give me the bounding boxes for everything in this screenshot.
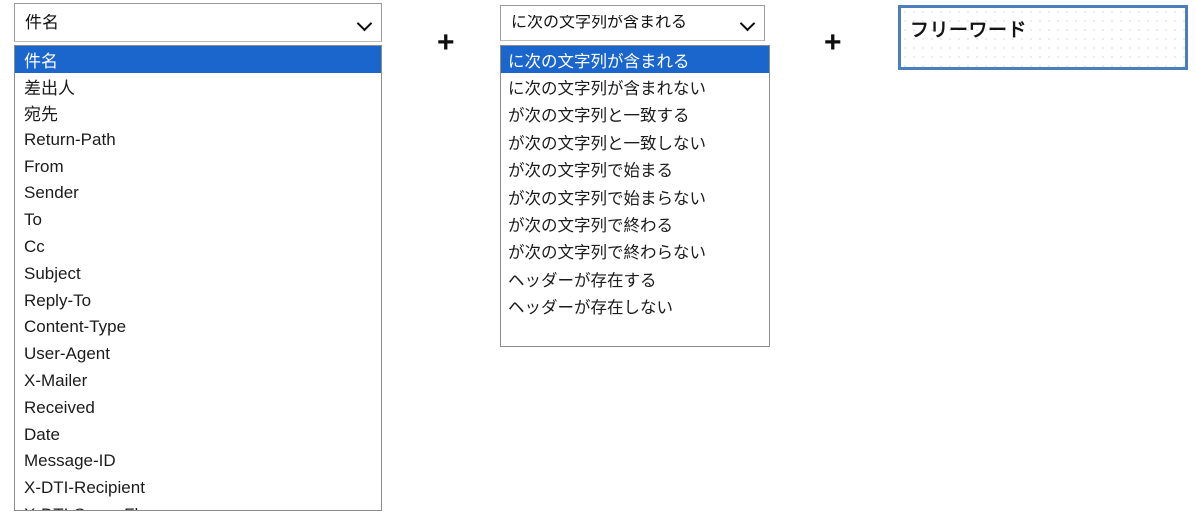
header-field-option[interactable]: 件名 [15, 46, 381, 73]
match-operator-option[interactable]: ヘッダーが存在しない [501, 293, 769, 320]
header-field-option[interactable]: Received [15, 394, 381, 421]
header-field-selected-value: 件名 [25, 14, 59, 31]
chevron-down-icon[interactable] [357, 15, 373, 31]
match-operator-option[interactable]: ヘッダーが存在する [501, 265, 769, 292]
header-field-option[interactable]: X-DTI-Recipient [15, 475, 381, 502]
header-field-option[interactable]: 差出人 [15, 73, 381, 100]
header-field-option[interactable]: Reply-To [15, 287, 381, 314]
header-field-option[interactable]: Return-Path [15, 126, 381, 153]
freeword-input[interactable]: フリーワード [898, 5, 1188, 70]
header-field-option[interactable]: Message-ID [15, 448, 381, 475]
plus-separator-1: + [437, 26, 455, 59]
match-operator-option[interactable]: が次の文字列で終わらない [501, 238, 769, 265]
header-field-option[interactable]: X-Mailer [15, 368, 381, 395]
match-operator-select[interactable]: に次の文字列が含まれる [500, 5, 765, 41]
match-operator-option[interactable]: に次の文字列が含まれる [501, 46, 769, 74]
header-field-option[interactable]: 宛先 [15, 100, 381, 127]
match-operator-option-list[interactable]: に次の文字列が含まれる に次の文字列が含まれない が次の文字列と一致する が次の文字列… [500, 45, 770, 347]
header-field-option[interactable]: Content-Type [15, 314, 381, 341]
header-field-option[interactable]: Sender [15, 180, 381, 207]
header-field-option[interactable]: To [15, 207, 381, 234]
match-operator-option[interactable]: が次の文字列と一致しない [501, 128, 769, 155]
match-operator-option[interactable]: が次の文字列と一致する [501, 101, 769, 128]
chevron-down-icon[interactable] [740, 15, 756, 31]
match-operator-selected-value: に次の文字列が含まれる [511, 15, 688, 31]
header-field-option[interactable]: From [15, 153, 381, 180]
plus-separator-2: + [824, 26, 842, 59]
header-field-option[interactable]: Subject [15, 260, 381, 287]
header-field-option[interactable]: User-Agent [15, 341, 381, 368]
header-field-option[interactable]: X-DTI-Spam-Flag [15, 502, 381, 510]
match-operator-option[interactable]: が次の文字列で始まる [501, 156, 769, 183]
match-operator-option[interactable]: が次の文字列で終わる [501, 210, 769, 237]
header-field-option-list[interactable]: 件名 差出人 宛先 Return-Path From Sender To Cc Subject R… [14, 45, 382, 511]
match-operator-option[interactable]: が次の文字列で始まらない [501, 183, 769, 210]
header-field-select[interactable]: 件名 [14, 3, 382, 42]
header-field-option[interactable]: Date [15, 421, 381, 448]
header-field-option[interactable]: Cc [15, 234, 381, 261]
match-operator-option[interactable]: に次の文字列が含まれない [501, 73, 769, 100]
